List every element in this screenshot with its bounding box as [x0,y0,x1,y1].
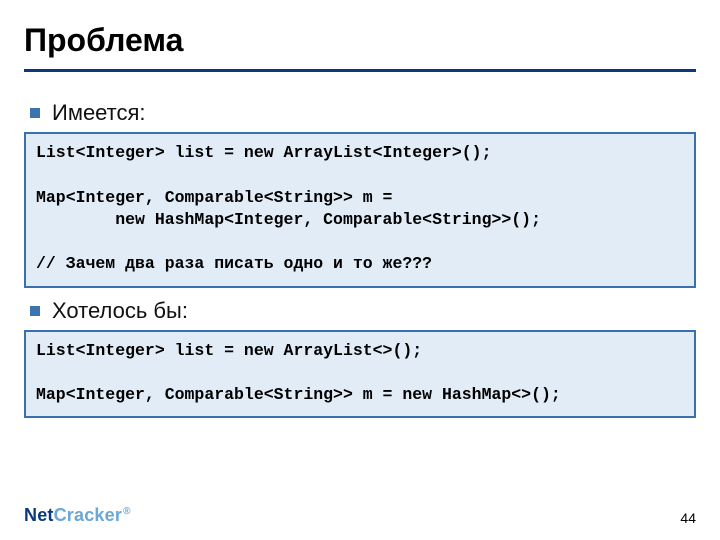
square-bullet-icon [30,108,40,118]
footer: NetCracker® 44 [0,505,720,526]
bullet-given: Имеется: [30,100,696,126]
page-number: 44 [680,510,696,526]
logo-net: Net [24,505,54,525]
square-bullet-icon [30,306,40,316]
bullet-wanted: Хотелось бы: [30,298,696,324]
bullet-wanted-text: Хотелось бы: [52,298,188,324]
logo-registered-icon: ® [123,506,131,517]
title-rule [24,69,696,72]
bullet-given-text: Имеется: [52,100,146,126]
code-box-given: List<Integer> list = new ArrayList<Integ… [24,132,696,288]
logo-cracker: Cracker [54,505,122,525]
slide: Проблема Имеется: List<Integer> list = n… [0,0,720,540]
logo: NetCracker® [24,505,131,526]
code-box-wanted: List<Integer> list = new ArrayList<>(); … [24,330,696,419]
slide-title: Проблема [24,22,696,59]
